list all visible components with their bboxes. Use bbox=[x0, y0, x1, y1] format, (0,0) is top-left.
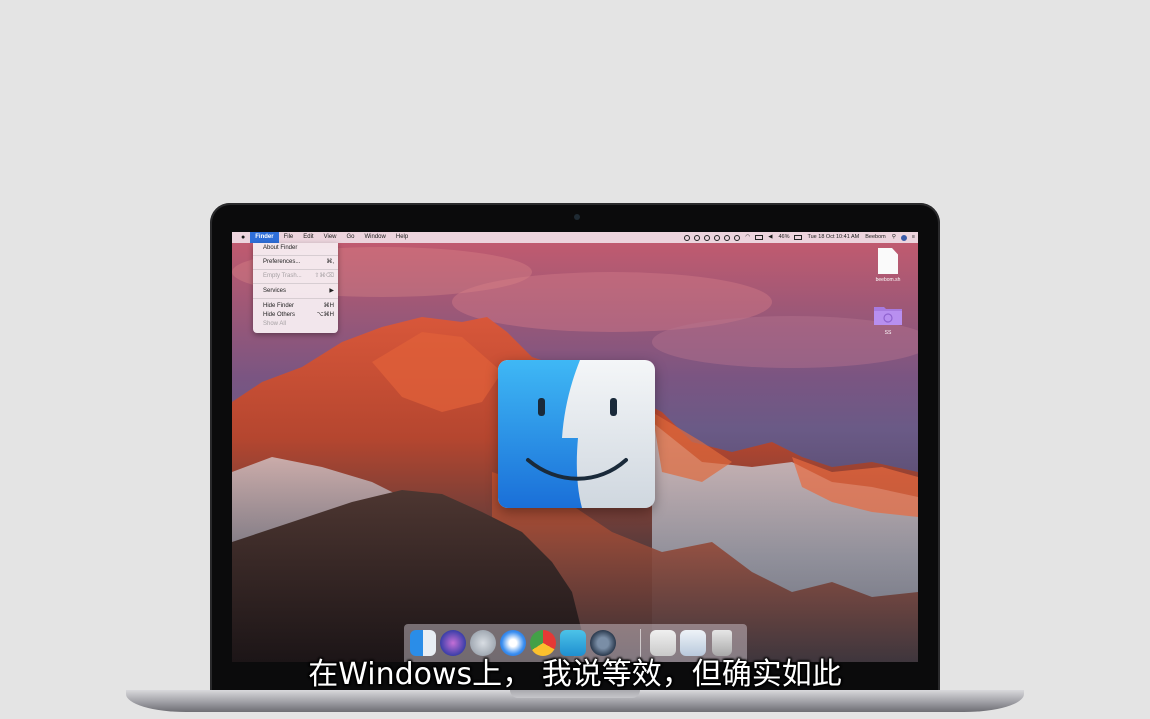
menu-window[interactable]: Window bbox=[360, 232, 391, 243]
menu-item-shortcut: ⌘H bbox=[323, 303, 334, 309]
desktop-folder-ss[interactable]: SS bbox=[870, 304, 906, 336]
menu-item-label: About Finder bbox=[263, 245, 298, 251]
menu-separator bbox=[253, 255, 338, 256]
datetime[interactable]: Tue 18 Oct 10:41 AM bbox=[804, 232, 862, 243]
menu-item-shortcut: ⌥⌘H bbox=[316, 312, 334, 318]
menu-item-hide-finder[interactable]: Hide Finder ⌘H bbox=[263, 302, 334, 311]
apple-menu-icon[interactable]: ● bbox=[232, 232, 250, 243]
finder-menu-dropdown: About Finder Preferences... ⌘, Empty Tra… bbox=[253, 243, 338, 333]
menu-help[interactable]: Help bbox=[391, 232, 413, 243]
document-icon bbox=[878, 248, 898, 274]
battery-percent[interactable]: 46% bbox=[775, 232, 792, 243]
siri-menu-icon[interactable] bbox=[900, 234, 907, 241]
folder-icon bbox=[874, 307, 902, 325]
menu-item-label: Empty Trash... bbox=[263, 273, 302, 279]
menu-separator bbox=[253, 269, 338, 270]
desktop-file-label: beebom.sh bbox=[875, 277, 901, 283]
menu-item-label: Hide Others bbox=[263, 312, 296, 318]
safari-icon[interactable] bbox=[500, 630, 526, 656]
menu-separator bbox=[253, 298, 338, 299]
menu-item-shortcut: ⌘, bbox=[326, 259, 334, 265]
menu-go[interactable]: Go bbox=[342, 232, 360, 243]
menu-separator bbox=[253, 283, 338, 284]
timemachine-icon[interactable] bbox=[724, 234, 731, 241]
menu-item-label: Hide Finder bbox=[263, 303, 295, 309]
menu-finder[interactable]: Finder bbox=[250, 232, 279, 243]
status-area: ◠ ◀ 46% Tue 18 Oct 10:41 AM Beebom ⚲ ≡ bbox=[682, 232, 918, 243]
finder-face-icon bbox=[498, 360, 655, 508]
location-icon[interactable] bbox=[694, 234, 701, 241]
bluetooth-icon[interactable] bbox=[734, 234, 741, 241]
record-icon[interactable] bbox=[684, 234, 691, 241]
chrome-icon[interactable] bbox=[530, 630, 556, 656]
clock-icon[interactable] bbox=[704, 234, 711, 241]
dock-separator bbox=[640, 629, 641, 657]
menu-item-empty-trash: Empty Trash... ⇧⌘⌫ bbox=[263, 272, 334, 281]
mac-screen: ● Finder File Edit View Go Window Help ◠… bbox=[232, 232, 918, 662]
wifi-icon[interactable]: ◠ bbox=[742, 232, 753, 243]
battery-icon[interactable] bbox=[794, 235, 803, 240]
submenu-arrow-icon: ▶ bbox=[329, 288, 334, 294]
launchpad-icon[interactable] bbox=[470, 630, 496, 656]
menu-item-services[interactable]: Services ▶ bbox=[263, 287, 334, 296]
menu-item-shortcut: ⇧⌘⌫ bbox=[314, 273, 334, 279]
menu-item-label: Services bbox=[263, 288, 287, 294]
quicktime-icon[interactable] bbox=[560, 630, 586, 656]
siri-icon[interactable] bbox=[440, 630, 466, 656]
video-subtitle: 在Windows上， 我说等效，但确实如此 bbox=[308, 657, 842, 692]
menu-item-hide-others[interactable]: Hide Others ⌥⌘H bbox=[263, 311, 334, 320]
user-name[interactable]: Beebom bbox=[862, 232, 889, 243]
notification-center-icon[interactable]: ≡ bbox=[909, 232, 918, 243]
menu-file[interactable]: File bbox=[279, 232, 299, 243]
menu-item-preferences[interactable]: Preferences... ⌘, bbox=[263, 258, 334, 267]
menu-edit[interactable]: Edit bbox=[298, 232, 318, 243]
menu-item-label: Show All bbox=[263, 321, 287, 327]
quicktime-x-icon[interactable] bbox=[590, 630, 616, 656]
menu-item-about-finder[interactable]: About Finder bbox=[263, 244, 334, 253]
menu-view[interactable]: View bbox=[319, 232, 342, 243]
camera-dot bbox=[574, 214, 580, 220]
finder-logo-icon bbox=[498, 360, 655, 508]
menu-item-label: Preferences... bbox=[263, 259, 301, 265]
volume-icon[interactable]: ◀ bbox=[765, 232, 775, 243]
screenshot-icon[interactable] bbox=[680, 630, 706, 656]
menu-item-show-all: Show All bbox=[263, 320, 334, 329]
sync-icon[interactable] bbox=[714, 234, 721, 241]
finder-icon[interactable] bbox=[410, 630, 436, 656]
desktop-file-beebom-sh[interactable]: beebom.sh bbox=[870, 248, 906, 283]
airplay-icon[interactable] bbox=[755, 235, 764, 240]
trash-icon[interactable] bbox=[712, 630, 732, 656]
spotlight-icon[interactable]: ⚲ bbox=[889, 232, 899, 243]
menu-bar: ● Finder File Edit View Go Window Help ◠… bbox=[232, 232, 918, 243]
preview-icon[interactable] bbox=[650, 630, 676, 656]
desktop-folder-label: SS bbox=[884, 330, 892, 336]
